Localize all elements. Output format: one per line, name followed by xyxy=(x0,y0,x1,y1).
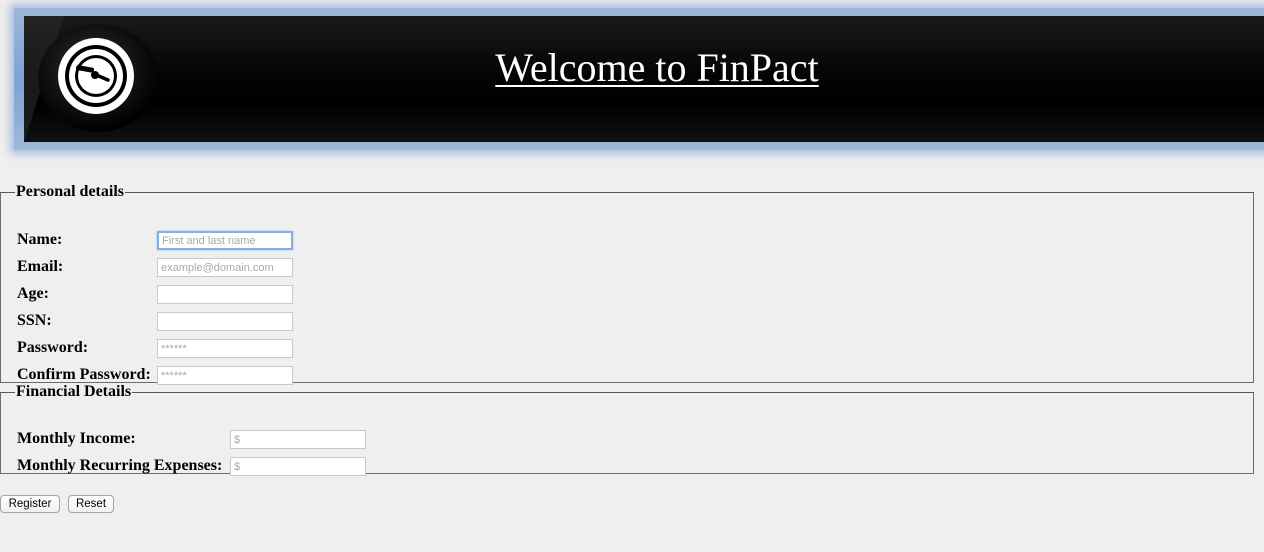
email-label: Email: xyxy=(17,258,64,275)
header-banner-frame: Welcome to FinPact xyxy=(14,8,1264,150)
financial-details-fieldset: Financial Details Monthly Income: Monthl… xyxy=(0,383,1254,477)
monthly-expenses-label: Monthly Recurring Expenses: xyxy=(17,457,223,474)
name-row: Name: xyxy=(17,231,617,251)
header-banner: Welcome to FinPact xyxy=(24,16,1264,142)
age-input[interactable] xyxy=(157,285,293,304)
name-label: Name: xyxy=(17,231,63,248)
financial-details-legend: Financial Details xyxy=(16,383,132,400)
personal-details-legend: Personal details xyxy=(16,183,124,200)
monthly-expenses-input[interactable] xyxy=(230,457,366,476)
age-label: Age: xyxy=(17,285,49,302)
email-input[interactable] xyxy=(157,258,293,277)
personal-details-fieldset: Personal details Name: Email: Age: SSN: … xyxy=(0,183,1254,385)
ssn-input[interactable] xyxy=(157,312,293,331)
monthly-income-input[interactable] xyxy=(230,430,366,449)
monthly-income-row: Monthly Income: xyxy=(17,430,617,450)
ssn-label: SSN: xyxy=(17,312,52,329)
monthly-expenses-row: Monthly Recurring Expenses: xyxy=(17,457,617,477)
name-input[interactable] xyxy=(157,231,293,250)
password-row: Password: xyxy=(17,339,617,359)
password-label: Password: xyxy=(17,339,89,356)
monthly-income-label: Monthly Income: xyxy=(17,430,136,447)
page-title: Welcome to FinPact xyxy=(495,45,819,90)
reset-button[interactable]: Reset xyxy=(68,495,114,513)
age-row: Age: xyxy=(17,285,617,305)
email-row: Email: xyxy=(17,258,617,278)
register-button[interactable]: Register xyxy=(0,495,60,513)
confirm-password-label: Confirm Password: xyxy=(17,366,151,383)
ssn-row: SSN: xyxy=(17,312,617,332)
password-input[interactable] xyxy=(157,339,293,358)
